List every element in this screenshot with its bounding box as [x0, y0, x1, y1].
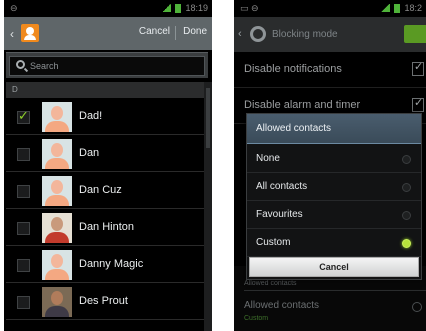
dialog-cancel-button[interactable]: Cancel — [249, 257, 419, 277]
notification-icon: ⊖ — [10, 3, 18, 13]
option-label: Custom — [256, 237, 291, 248]
search-input[interactable] — [30, 59, 180, 73]
status-icons: 18:19 — [162, 3, 208, 13]
divider — [244, 290, 426, 291]
contact-name: Dan Cuz — [79, 184, 122, 196]
setting-label: Disable alarm and timer — [244, 99, 361, 111]
contact-avatar — [42, 139, 72, 169]
contact-avatar — [42, 250, 72, 280]
checkbox[interactable] — [17, 185, 30, 198]
blocking-mode-screen: ▭ ⊖ 18:2 ‹ Blocking mode Disable notific… — [234, 0, 426, 331]
signal-icon — [381, 4, 391, 12]
radio-button-selected[interactable] — [402, 239, 411, 248]
contact-row[interactable]: Dan Hinton — [6, 209, 204, 246]
battery-icon — [394, 3, 401, 13]
gear-icon — [250, 26, 266, 42]
option-favourites[interactable]: Favourites — [247, 201, 421, 229]
action-bar: ‹ Cancel Done — [4, 17, 212, 50]
signal-icon — [162, 4, 172, 12]
contact-picker-screen: ⊖ 18:19 ‹ Cancel Done D Dad! Dan — [4, 0, 212, 331]
contact-name: Danny Magic — [79, 258, 144, 270]
checkbox[interactable] — [17, 222, 30, 235]
contact-row[interactable]: Danny Magic — [6, 246, 204, 283]
contact-row[interactable]: Dad! — [6, 98, 204, 135]
contact-name: Des Prout — [79, 295, 128, 307]
action-bar: ‹ Blocking mode — [234, 17, 426, 52]
search-box[interactable] — [9, 56, 205, 76]
checkbox[interactable] — [17, 148, 30, 161]
setting-label: Disable notifications — [244, 63, 342, 75]
status-icons: 18:2 — [381, 3, 422, 13]
contact-avatar — [42, 102, 72, 132]
checkbox[interactable] — [17, 108, 30, 124]
clock: 18:19 — [185, 3, 208, 13]
cancel-button[interactable]: Cancel — [139, 26, 170, 37]
clock: 18:2 — [404, 3, 422, 13]
contact-row[interactable]: Dan — [6, 135, 204, 172]
contact-name: Dan — [79, 147, 100, 159]
battery-icon — [175, 3, 182, 13]
option-none[interactable]: None — [247, 145, 421, 173]
option-all-contacts[interactable]: All contacts — [247, 173, 421, 201]
checkbox[interactable] — [17, 296, 30, 309]
contact-photo — [42, 287, 72, 317]
contact-photo — [42, 213, 72, 243]
contact-avatar — [42, 176, 72, 206]
radio-button[interactable] — [402, 155, 411, 164]
dialog-title: Allowed contacts — [247, 114, 421, 144]
option-label: All contacts — [256, 181, 308, 192]
contact-list: Dad! Dan Dan Cuz Dan Hinton Danny Magic … — [6, 98, 204, 320]
scroll-thumb[interactable] — [206, 88, 210, 148]
search-bar — [6, 52, 208, 78]
option-label: Favourites — [256, 209, 303, 220]
checkbox[interactable] — [17, 259, 30, 272]
radio-button[interactable] — [402, 211, 411, 220]
checkbox[interactable] — [412, 96, 424, 112]
back-chevron-icon[interactable]: ‹ — [10, 27, 14, 41]
allowed-contacts-dialog: Allowed contacts None All contacts Favou… — [246, 113, 422, 280]
back-chevron-icon[interactable]: ‹ — [238, 28, 242, 40]
setting-label: Allowed contacts — [244, 300, 320, 311]
done-button[interactable]: Done — [183, 26, 207, 37]
contacts-app-icon[interactable] — [21, 24, 39, 42]
setting-disable-notifications[interactable]: Disable notifications — [234, 52, 426, 88]
divider — [175, 26, 176, 40]
radio-button[interactable] — [402, 183, 411, 192]
search-icon — [16, 60, 25, 69]
contact-name: Dad! — [79, 110, 103, 122]
contact-name: Dan Hinton — [79, 221, 135, 233]
status-bar: ▭ ⊖ 18:2 — [234, 0, 426, 17]
setting-value: Custom — [244, 315, 269, 322]
option-custom[interactable]: Custom — [247, 229, 421, 257]
contact-row[interactable]: Des Prout — [6, 283, 204, 320]
chevron-right-icon — [412, 302, 422, 312]
section-header: D — [6, 82, 204, 98]
option-label: None — [256, 153, 280, 164]
blocking-mode-toggle[interactable] — [404, 25, 426, 43]
contact-row[interactable]: Dan Cuz — [6, 172, 204, 209]
status-bar: ⊖ 18:19 — [4, 0, 212, 17]
section-header: Allowed contacts — [244, 280, 297, 287]
notification-icon: ▭ ⊖ — [240, 3, 259, 13]
alphabet-scroll-index[interactable] — [204, 82, 212, 331]
page-title: Blocking mode — [272, 29, 338, 40]
checkbox[interactable] — [412, 60, 424, 76]
